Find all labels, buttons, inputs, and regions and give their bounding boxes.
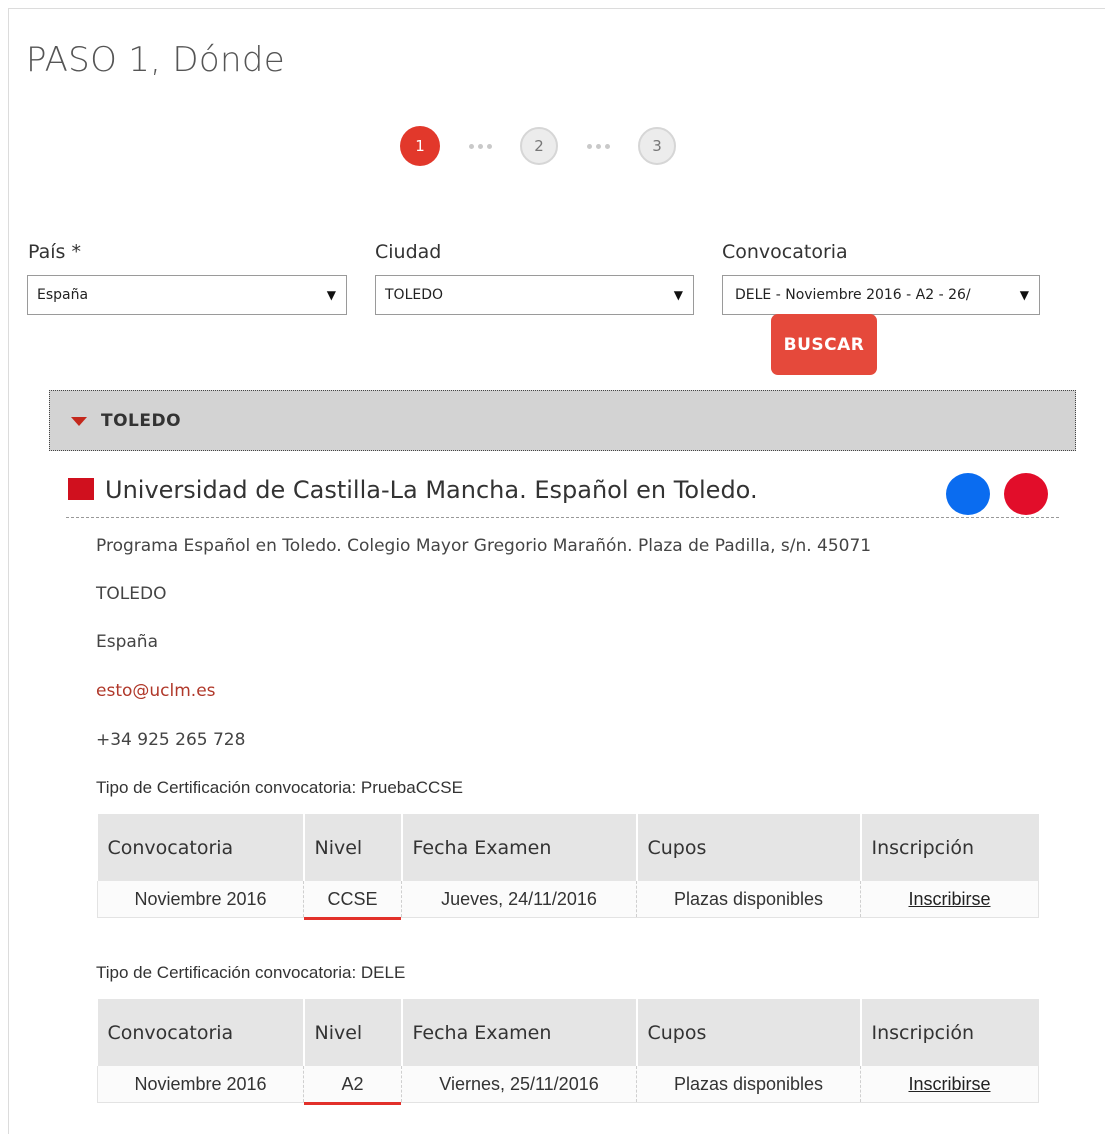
nivel-underline	[304, 1102, 401, 1105]
dropdown-arrow-icon: ▼	[673, 288, 683, 302]
page-title: PASO 1, Dónde	[26, 40, 285, 80]
convocatoria-label: Convocatoria	[722, 241, 848, 263]
ciudad-select-value: TOLEDO	[385, 287, 444, 303]
fecha-cell: Jueves, 24/11/2016	[401, 881, 637, 918]
cert-type-label: Tipo de Certificación convocatoria: Prue…	[96, 778, 463, 797]
column-header: Cupos	[636, 814, 862, 881]
ciudad-label: Ciudad	[375, 241, 442, 263]
column-header: Convocatoria	[97, 999, 305, 1066]
caret-down-icon	[71, 417, 87, 426]
divider	[66, 517, 1059, 518]
dropdown-arrow-icon: ▼	[326, 288, 336, 302]
pais-label: País *	[28, 241, 81, 263]
center-address: Programa Español en Toledo. Colegio Mayo…	[96, 536, 872, 556]
cert-type-label: Tipo de Certificación convocatoria: DELE	[96, 963, 406, 982]
cupos-cell: Plazas disponibles	[636, 881, 861, 918]
dropdown-arrow-icon: ▼	[1019, 288, 1029, 302]
step-separator	[440, 143, 520, 149]
column-header: Inscripción	[860, 814, 1039, 881]
stepper: 1 2 3	[400, 126, 676, 166]
cupos-cell: Plazas disponibles	[636, 1066, 861, 1103]
step-3[interactable]: 3	[638, 127, 676, 165]
nivel-cell: A2	[303, 1066, 402, 1105]
column-header: Cupos	[636, 999, 862, 1066]
blue-circle-icon[interactable]	[946, 473, 990, 515]
fecha-cell: Viernes, 25/11/2016	[401, 1066, 637, 1103]
column-header: Nivel	[303, 999, 403, 1066]
nivel-underline	[304, 917, 401, 920]
step-2[interactable]: 2	[520, 127, 558, 165]
inscribirse-link[interactable]: Inscribirse	[908, 1074, 990, 1094]
exam-table: Convocatoria Nivel Fecha Examen Cupos In…	[97, 999, 1039, 1105]
center-email[interactable]: esto@uclm.es	[96, 681, 216, 701]
center-name: Universidad de Castilla-La Mancha. Españ…	[105, 476, 758, 504]
buscar-button[interactable]: BUSCAR	[771, 314, 877, 375]
inscribirse-link[interactable]: Inscribirse	[908, 889, 990, 909]
convocatoria-select[interactable]: DELE - Noviembre 2016 - A2 - 26/ ▼	[722, 275, 1040, 315]
step-separator	[558, 143, 638, 149]
pais-select[interactable]: España ▼	[27, 275, 347, 315]
center-country: España	[96, 632, 158, 652]
ciudad-select[interactable]: TOLEDO ▼	[375, 275, 694, 315]
column-header: Convocatoria	[97, 814, 305, 881]
nivel-value: A2	[341, 1073, 364, 1094]
city-accordion-header[interactable]: TOLEDO	[49, 390, 1076, 451]
table-header-row: Convocatoria Nivel Fecha Examen Cupos In…	[97, 814, 1039, 881]
column-header: Fecha Examen	[401, 814, 638, 881]
table-header-row: Convocatoria Nivel Fecha Examen Cupos In…	[97, 999, 1039, 1066]
table-row: Noviembre 2016 CCSE Jueves, 24/11/2016 P…	[97, 881, 1039, 920]
inscripcion-cell: Inscribirse	[860, 1066, 1039, 1103]
red-circle-icon[interactable]	[1004, 473, 1048, 515]
center-phone: +34 925 265 728	[96, 730, 246, 750]
pais-select-value: España	[37, 287, 89, 303]
city-accordion-label: TOLEDO	[101, 410, 182, 431]
convocatoria-select-value: DELE - Noviembre 2016 - A2 - 26/	[735, 287, 971, 303]
exam-table: Convocatoria Nivel Fecha Examen Cupos In…	[97, 814, 1039, 920]
nivel-value: CCSE	[327, 888, 378, 909]
column-header: Inscripción	[860, 999, 1039, 1066]
table-row: Noviembre 2016 A2 Viernes, 25/11/2016 Pl…	[97, 1066, 1039, 1105]
convocatoria-cell: Noviembre 2016	[97, 881, 304, 918]
nivel-cell: CCSE	[303, 881, 402, 920]
column-header: Nivel	[303, 814, 403, 881]
center-city: TOLEDO	[96, 584, 167, 604]
step-1[interactable]: 1	[400, 126, 440, 166]
column-header: Fecha Examen	[401, 999, 638, 1066]
convocatoria-cell: Noviembre 2016	[97, 1066, 304, 1103]
square-marker-icon	[68, 478, 94, 500]
inscripcion-cell: Inscribirse	[860, 881, 1039, 918]
